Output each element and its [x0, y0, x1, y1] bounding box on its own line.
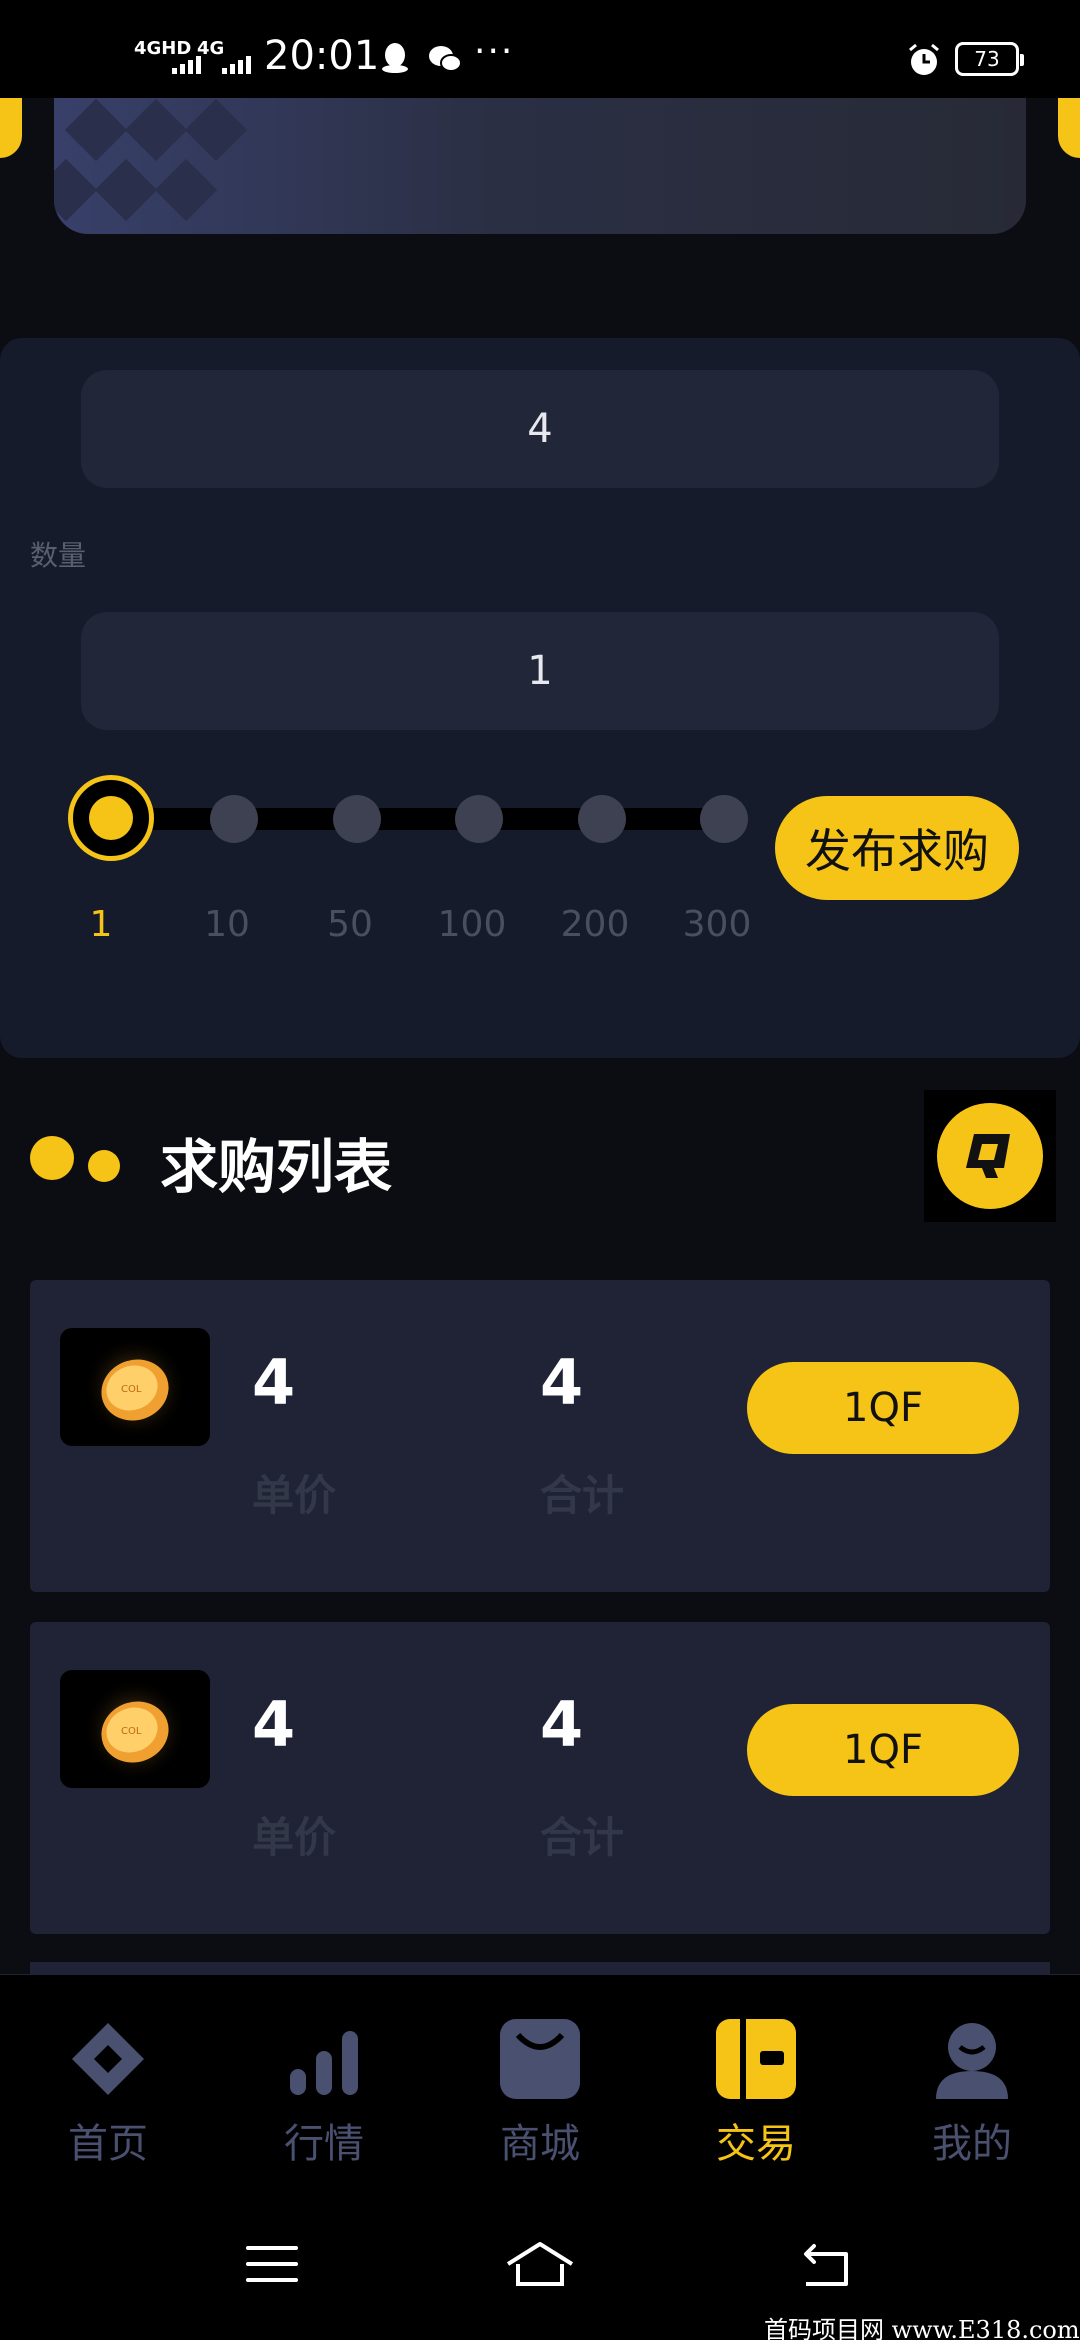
logo-q-icon — [966, 1134, 1010, 1178]
list-item: COL 4 单价 4 合计 1QF — [30, 1280, 1050, 1592]
coin-text: COL — [121, 1726, 142, 1737]
status-bar: 4GHD 4G 20:01 ··· 73 — [0, 0, 1080, 98]
bar-chart-icon — [290, 2031, 358, 2095]
nav-label-shop: 商城 — [500, 2121, 580, 2167]
quantity-input[interactable]: 1 — [81, 612, 999, 730]
list-item: COL 4 单价 4 合计 1QF — [30, 1622, 1050, 1934]
unit-price-label: 单价 — [252, 1813, 337, 1862]
unit-price-value: 4 — [252, 1688, 296, 1761]
back-icon[interactable] — [796, 2234, 856, 2294]
coin-icon: COL — [83, 1678, 187, 1782]
watermark-text: 首码项目网 www.E318.com — [764, 2316, 1080, 2340]
shop-bag-icon — [500, 2019, 580, 2099]
slider-stop-300[interactable] — [700, 795, 748, 843]
alarm-icon — [909, 43, 939, 75]
nav-label-trade: 交易 — [716, 2121, 796, 2167]
more-notifications-icon: ··· — [474, 31, 515, 72]
signal-icon-2 — [222, 52, 251, 74]
unit-price-label: 单价 — [252, 1471, 337, 1520]
total-label: 合计 — [540, 1471, 625, 1520]
slider-stop-200[interactable] — [578, 795, 626, 843]
header-dot-icon-small — [88, 1150, 120, 1182]
slider-label-50[interactable]: 50 — [300, 904, 400, 945]
purchase-form: 4 数量 1 1 10 50 100 200 300 发布求购 — [0, 338, 1080, 1058]
home-icon[interactable] — [504, 2234, 576, 2294]
list-title: 求购列表 — [160, 1133, 393, 1201]
publish-purchase-button[interactable]: 发布求购 — [775, 796, 1019, 900]
banner-accent-left — [0, 98, 22, 158]
battery-indicator: 73 — [955, 42, 1024, 76]
nav-label-home: 首页 — [68, 2121, 148, 2167]
slider-label-300[interactable]: 300 — [667, 904, 767, 945]
coin-thumbnail: COL — [60, 1670, 210, 1788]
wechat-icon — [429, 46, 462, 72]
nav-label-profile: 我的 — [932, 2121, 1012, 2167]
nav-label-market: 行情 — [284, 2121, 364, 2167]
clock: 20:01 — [264, 33, 380, 79]
price-input[interactable]: 4 — [81, 370, 999, 488]
banner-pattern — [54, 98, 248, 222]
slider-label-200[interactable]: 200 — [545, 904, 645, 945]
banner-card[interactable] — [54, 98, 1026, 234]
system-nav-bar: 首码项目网 www.E318.com — [0, 2194, 1080, 2340]
sell-button[interactable]: 1QF — [747, 1704, 1019, 1796]
brand-logo-icon[interactable] — [924, 1090, 1056, 1222]
nav-item-trade[interactable]: 交易 — [648, 1975, 864, 2175]
total-value: 4 — [540, 1688, 584, 1761]
quantity-slider-track[interactable] — [110, 808, 730, 830]
list-item-partial — [30, 1962, 1050, 1974]
slider-stop-100[interactable] — [455, 795, 503, 843]
menu-icon[interactable] — [242, 2234, 302, 2294]
trade-icon — [716, 2019, 796, 2099]
nav-item-home[interactable]: 首页 — [0, 1975, 216, 2175]
list-header: 求购列表 — [0, 1090, 1080, 1230]
total-value: 4 — [540, 1346, 584, 1419]
slider-stop-50[interactable] — [333, 795, 381, 843]
slider-knob[interactable] — [68, 775, 154, 861]
quantity-label: 数量 — [30, 539, 87, 572]
slider-stop-10[interactable] — [210, 795, 258, 843]
slider-label-10[interactable]: 10 — [177, 904, 277, 945]
nav-item-shop[interactable]: 商城 — [432, 1975, 648, 2175]
profile-icon — [936, 2023, 1008, 2099]
slider-label-1[interactable]: 1 — [51, 904, 151, 945]
total-label: 合计 — [540, 1813, 625, 1862]
nav-item-profile[interactable]: 我的 — [864, 1975, 1080, 2175]
nav-item-market[interactable]: 行情 — [216, 1975, 432, 2175]
qq-icon — [382, 43, 408, 73]
coin-thumbnail: COL — [60, 1328, 210, 1446]
diamond-home-icon — [72, 2023, 144, 2095]
bottom-nav: 首页 行情 商城 交易 我的 — [0, 1974, 1080, 2194]
sell-button[interactable]: 1QF — [747, 1362, 1019, 1454]
banner-accent-right — [1058, 98, 1080, 158]
header-dot-icon — [30, 1136, 74, 1180]
coin-icon: COL — [83, 1336, 187, 1440]
slider-label-100[interactable]: 100 — [422, 904, 522, 945]
network-indicator-2: 4G — [197, 38, 225, 59]
coin-text: COL — [121, 1384, 142, 1395]
unit-price-value: 4 — [252, 1346, 296, 1419]
